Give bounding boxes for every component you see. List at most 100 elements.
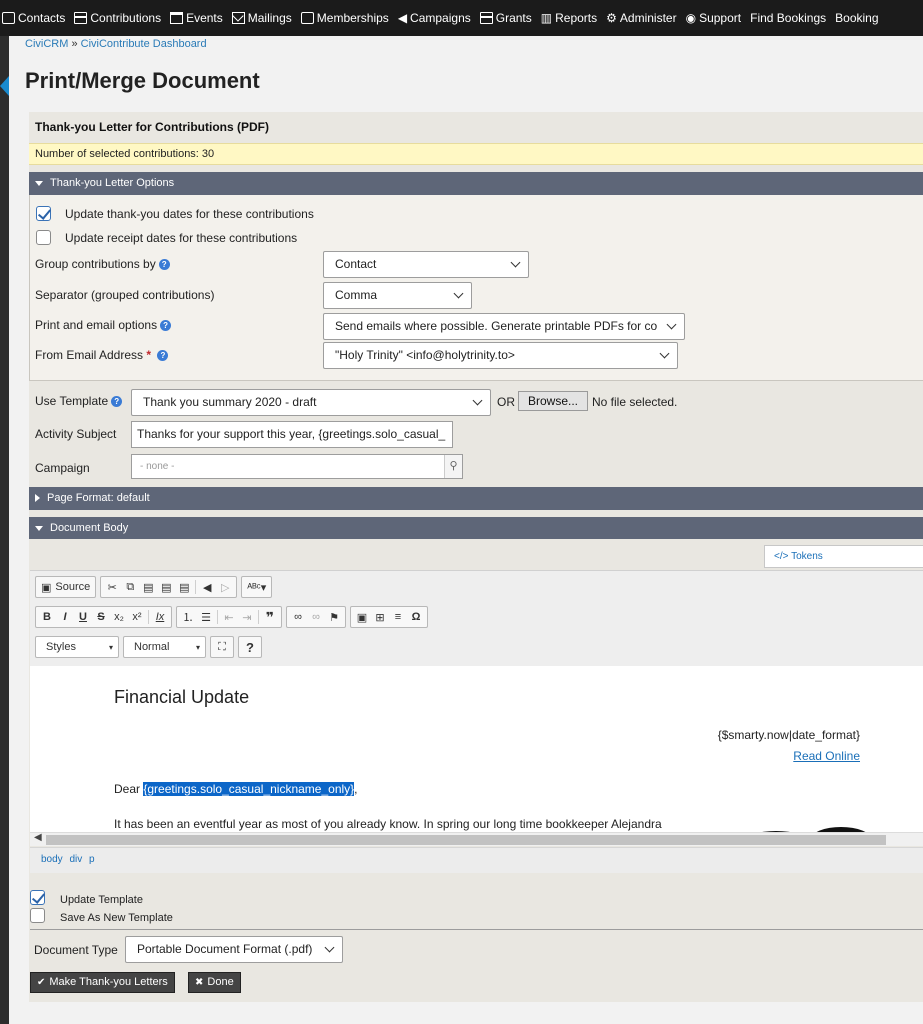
toolbar-row-1: ▣ Source ✂ ⧉ ▤ ▤ ▤ ◀ ▷ ᴬᴮᶜ▾ <box>35 576 276 598</box>
maximize-icon[interactable]: ⛶ <box>213 637 231 657</box>
menu-contacts[interactable]: Contacts <box>0 0 72 36</box>
envelope-icon <box>231 12 245 24</box>
table-icon[interactable]: ⊞ <box>371 607 389 627</box>
editor-document[interactable]: Financial Update {$smarty.now|date_forma… <box>30 666 923 832</box>
outdent-icon[interactable]: ⇤ <box>220 607 238 627</box>
update-template-checkbox[interactable] <box>30 890 45 905</box>
italic-icon[interactable]: I <box>56 607 74 627</box>
subscript-icon[interactable]: x₂ <box>110 607 128 627</box>
group-by-select[interactable]: Contact <box>323 251 529 278</box>
menu-find-bookings[interactable]: Find Bookings <box>748 0 833 36</box>
bar-chart-icon: ▥ <box>540 11 553 25</box>
format-combo[interactable]: Normal ▾ <box>123 636 206 658</box>
update-receipt-checkbox[interactable] <box>36 230 51 245</box>
read-online-link[interactable]: Read Online <box>793 749 860 763</box>
from-email-select[interactable]: "Holy Trinity" <info@holytrinity.to> <box>323 342 678 369</box>
spellcheck-group: ᴬᴮᶜ▾ <box>241 576 273 598</box>
make-thankyou-letters-button[interactable]: ✔ Make Thank-you Letters <box>30 972 175 993</box>
scrollbar-thumb[interactable] <box>46 835 886 845</box>
editor-help-button[interactable]: ? <box>241 637 259 657</box>
copy-icon[interactable]: ⧉ <box>121 577 139 597</box>
left-sidebar-strip <box>0 36 9 1024</box>
paste-text-icon[interactable]: ▤ <box>157 577 175 597</box>
use-template-select[interactable]: Thank you summary 2020 - draft <box>131 389 491 416</box>
menu-events[interactable]: Events <box>168 0 230 36</box>
tokens-button[interactable]: </> Tokens <box>764 545 923 568</box>
options-section-header[interactable]: Thank-you Letter Options <box>29 172 923 195</box>
menu-campaigns[interactable]: ◀ Campaigns <box>396 0 478 36</box>
cut-icon[interactable]: ✂ <box>103 577 121 597</box>
link-icon[interactable]: ∞ <box>289 607 307 627</box>
scroll-left-icon[interactable]: ◀ <box>34 832 42 843</box>
menu-grants[interactable]: Grants <box>478 0 539 36</box>
bullhorn-icon: ◀ <box>397 11 408 25</box>
underline-icon[interactable]: U <box>74 607 92 627</box>
menu-booking[interactable]: Booking <box>833 0 885 36</box>
indent-icon[interactable]: ⇥ <box>238 607 256 627</box>
save-new-template-checkbox[interactable] <box>30 908 45 923</box>
basic-styles-group: B I U S x₂ x² Ix <box>35 606 172 628</box>
doc-salutation: Dear {greetings.solo_casual_nickname_onl… <box>114 782 358 796</box>
campaign-select[interactable]: - none - ⚲ <box>131 454 463 479</box>
breadcrumb-dashboard[interactable]: CiviContribute Dashboard <box>81 38 207 50</box>
source-button[interactable]: ▣ Source <box>38 577 93 597</box>
page-title: Print/Merge Document <box>25 68 260 93</box>
special-char-icon[interactable]: Ω <box>407 607 425 627</box>
bold-icon[interactable]: B <box>38 607 56 627</box>
done-button[interactable]: ✖ Done <box>188 972 241 993</box>
undo-icon[interactable]: ◀ <box>198 577 216 597</box>
doc-title: Financial Update <box>114 687 250 707</box>
breadcrumb-civicrm[interactable]: CiviCRM <box>25 38 68 50</box>
document-body-section-header[interactable]: Document Body <box>29 517 923 540</box>
help-icon[interactable]: ? <box>157 350 169 361</box>
toolbar-row-2: B I U S x₂ x² Ix ⒈ ☰ ⇤ ⇥ ❞ ∞ ∞ ⚑ ▣ ⊞ ≡ Ω <box>35 606 432 628</box>
superscript-icon[interactable]: x² <box>128 607 146 627</box>
bulleted-list-icon[interactable]: ☰ <box>197 607 215 627</box>
paste-icon[interactable]: ▤ <box>139 577 157 597</box>
paste-word-icon[interactable]: ▤ <box>175 577 193 597</box>
activity-subject-label: Activity Subject <box>35 427 117 441</box>
menu-support[interactable]: ◉ Support <box>684 0 749 36</box>
page-format-section-header[interactable]: Page Format: default <box>29 487 923 510</box>
activity-subject-input[interactable]: Thanks for your support this year, {gree… <box>131 421 453 448</box>
life-ring-icon: ◉ <box>685 11 697 25</box>
search-icon[interactable]: ⚲ <box>444 455 462 478</box>
image-icon[interactable]: ▣ <box>353 607 371 627</box>
calendar-icon <box>170 12 184 24</box>
menu-mailings[interactable]: Mailings <box>230 0 299 36</box>
menu-memberships[interactable]: Memberships <box>299 0 396 36</box>
browse-button[interactable]: Browse... <box>518 391 589 411</box>
help-icon[interactable]: ? <box>160 320 172 331</box>
campaign-label: Campaign <box>35 461 90 475</box>
help-icon[interactable]: ? <box>111 396 123 407</box>
contact-card-icon <box>2 12 15 24</box>
toolbar-separator <box>258 610 259 624</box>
horizontal-rule-icon[interactable]: ≡ <box>389 607 407 627</box>
menu-administer[interactable]: ⚙ Administer <box>604 0 683 36</box>
element-path-bar[interactable]: body div p <box>30 847 923 873</box>
sidebar-toggle-icon[interactable] <box>0 76 9 96</box>
document-type-select[interactable]: Portable Document Format (.pdf) <box>125 936 343 963</box>
styles-combo[interactable]: Styles ▾ <box>35 636 119 658</box>
unlink-icon[interactable]: ∞ <box>307 607 325 627</box>
code-icon: </> <box>774 551 789 562</box>
help-group: ? <box>238 636 262 658</box>
toolbar-row-3: Styles ▾ Normal ▾ ⛶ ? <box>35 636 266 658</box>
update-thankyou-checkbox[interactable] <box>36 206 51 221</box>
anchor-flag-icon[interactable]: ⚑ <box>325 607 343 627</box>
separator-select[interactable]: Comma <box>323 282 472 309</box>
expand-triangle-icon <box>35 494 40 503</box>
spellcheck-icon[interactable]: ᴬᴮᶜ▾ <box>244 577 269 597</box>
redo-icon[interactable]: ▷ <box>216 577 234 597</box>
menu-reports[interactable]: ▥ Reports <box>539 0 604 36</box>
selected-count-status: Number of selected contributions: 30 <box>29 143 923 165</box>
horizontal-scrollbar[interactable]: ◀ <box>30 832 923 846</box>
strikethrough-icon[interactable]: S <box>92 607 110 627</box>
help-icon[interactable]: ? <box>158 259 170 270</box>
remove-format-icon[interactable]: Ix <box>151 607 169 627</box>
toolbar-separator <box>217 610 218 624</box>
print-email-select[interactable]: Send emails where possible. Generate pri… <box>323 313 685 340</box>
blockquote-icon[interactable]: ❞ <box>261 607 279 627</box>
menu-contributions[interactable]: Contributions <box>72 0 168 36</box>
numbered-list-icon[interactable]: ⒈ <box>179 607 197 627</box>
